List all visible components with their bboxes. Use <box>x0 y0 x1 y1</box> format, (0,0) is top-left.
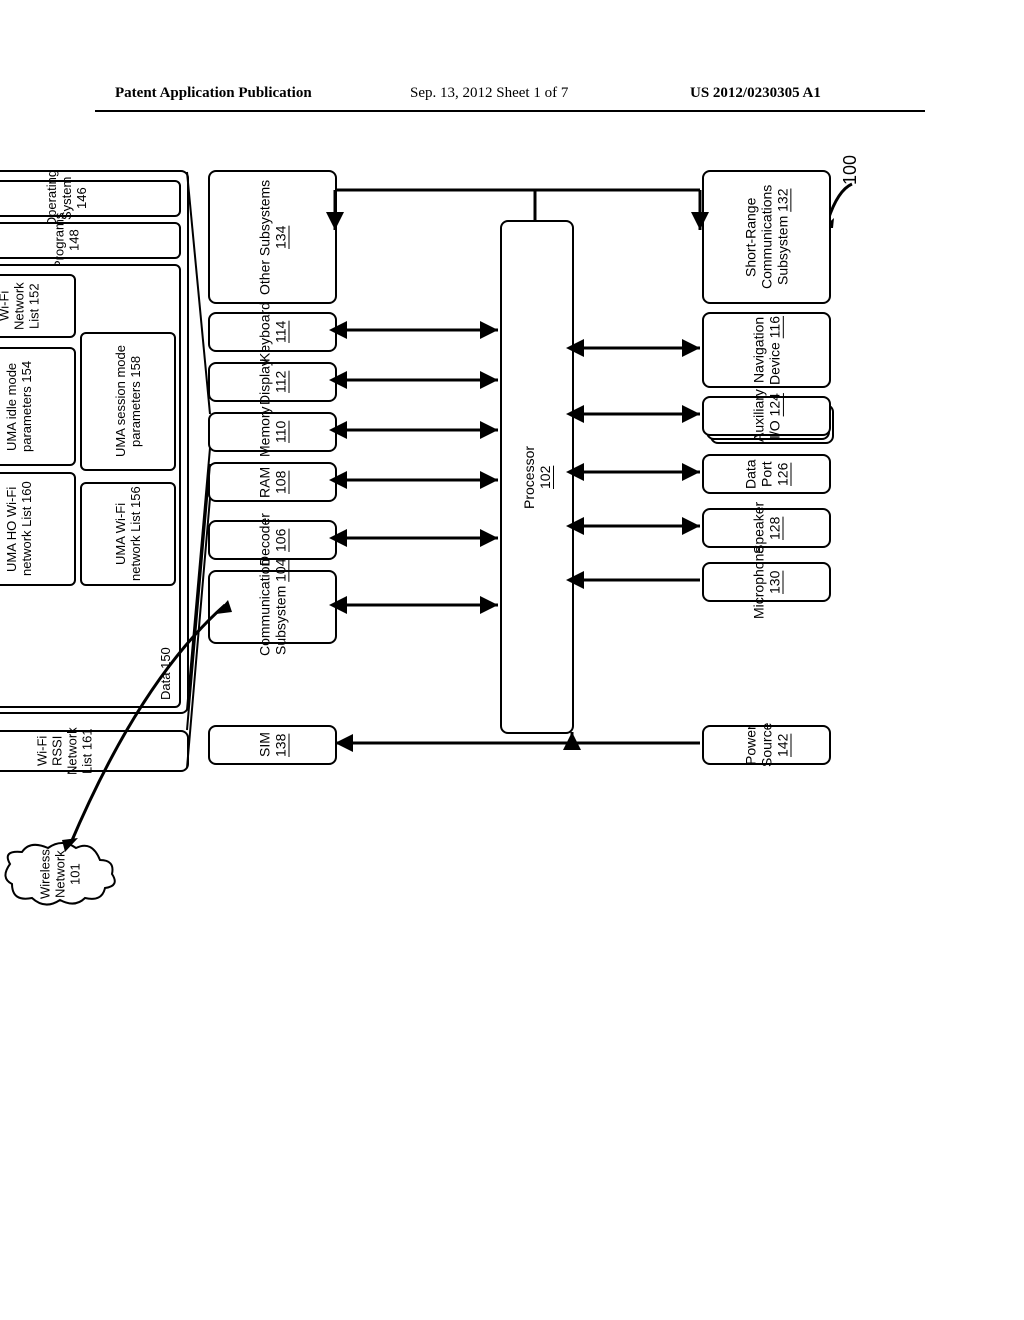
processor-block: Processor 102 <box>500 220 574 734</box>
r-mic-lbl: Microphone <box>751 545 767 618</box>
l-other-ref: 134 <box>273 225 289 248</box>
mem-uma-idle: UMA idle mode parameters 154 <box>0 347 76 466</box>
l-keyboard: Keyboard 114 <box>208 312 337 352</box>
l-ram-ref: 108 <box>273 470 289 493</box>
wireless-network-cloud: Wireless Network 101 <box>0 840 120 908</box>
r-mic: Microphone 130 <box>702 562 831 602</box>
l-decoder: Decoder 106 <box>208 520 337 560</box>
r-nav-ref: 116 <box>767 316 783 338</box>
l-kbd-ref: 114 <box>273 321 289 343</box>
processor-label: Processor <box>521 445 537 508</box>
processor-ref: 102 <box>537 465 553 488</box>
r-dp-ref: 126 <box>775 462 791 485</box>
mem-uma-ho: UMA HO Wi-Fi network List 160 <box>0 472 76 586</box>
l-sim-lbl: SIM <box>257 733 273 758</box>
mem-prog-lbl: Programs <box>52 212 67 268</box>
ram-detail-ref: 161 <box>80 728 95 750</box>
l-comm: Communication Subsystem 104 <box>208 570 337 644</box>
l-ram-lbl: RAM <box>257 466 273 497</box>
l-disp-ref: 112 <box>273 371 289 393</box>
l-sim: SIM 138 <box>208 725 337 765</box>
l-display: Display 112 <box>208 362 337 402</box>
mem-sess-ref: 158 <box>128 356 143 378</box>
mem-uma-session: UMA session mode parameters 158 <box>80 332 176 471</box>
memory-detail-panel: Operating System 146 Programs 148 Data 1… <box>0 170 189 714</box>
l-sim-ref: 138 <box>273 733 289 756</box>
header-center: Sep. 13, 2012 Sheet 1 of 7 <box>410 85 568 102</box>
header-left: Patent Application Publication <box>115 85 312 102</box>
mem-wifi-list: Wi-Fi Network List 152 <box>0 274 76 338</box>
r-spk-ref: 128 <box>767 516 783 539</box>
wireless-ref: 101 <box>68 863 83 885</box>
page: Patent Application Publication Sep. 13, … <box>0 0 1024 1320</box>
r-dataport: Data Port 126 <box>702 454 831 494</box>
mem-idle-ref: 154 <box>19 361 34 383</box>
r-aux: Auxiliary I/O 124 <box>702 396 831 436</box>
mem-umawifi-ref: 156 <box>128 487 143 509</box>
mem-wifi-ref: 152 <box>27 283 42 305</box>
r-power: Power Source 142 <box>702 725 831 765</box>
r-short-range: Short-Range Communications Subsystem 132 <box>702 170 831 304</box>
r-speaker: Speaker 128 <box>702 508 831 548</box>
ram-detail-panel: Wi-Fi RSSI Network List 161 <box>0 730 189 772</box>
r-short-range-ref: 132 <box>775 189 791 212</box>
l-other: Other Subsystems134 <box>208 170 337 304</box>
mem-programs: Programs 148 <box>0 222 181 259</box>
mem-data-ref: 150 <box>158 647 173 669</box>
r-dp-lbl: Data Port <box>743 459 775 489</box>
l-other-lbl: Other Subsystems <box>257 179 273 294</box>
wireless-lbl: Wireless Network <box>38 849 68 899</box>
l-ram: RAM 108 <box>208 462 337 502</box>
l-kbd-lbl: Keyboard <box>257 302 273 362</box>
header-rule <box>95 110 925 112</box>
l-dec-ref: 106 <box>273 528 289 551</box>
figure-1-diagram: 100 Processor 102 Short-Range Communicat… <box>120 170 910 1040</box>
r-mic-ref: 130 <box>767 570 783 593</box>
r-pwr-ref: 142 <box>775 733 791 756</box>
l-disp-lbl: Display <box>257 359 273 405</box>
r-nav: Navigation Device 116 <box>702 312 831 388</box>
mem-prog-ref: 148 <box>67 230 82 252</box>
r-aux-ref: 124 <box>767 393 783 416</box>
mem-data-lbl: Data <box>158 673 173 700</box>
l-comm-ref: 104 <box>273 559 289 582</box>
r-pwr-lbl: Power Source <box>743 723 775 767</box>
l-mem-ref: 110 <box>273 421 289 443</box>
l-memory: Memory 110 <box>208 412 337 452</box>
mem-os-ref: 146 <box>74 188 89 210</box>
mem-umawifi-lbl: UMA Wi-Fi network List <box>113 503 143 581</box>
mem-os: Operating System 146 <box>0 180 181 217</box>
mem-ho-ref: 160 <box>19 482 34 504</box>
l-mem-lbl: Memory <box>257 407 273 458</box>
header-right: US 2012/0230305 A1 <box>690 85 821 102</box>
mem-uma-wifi: UMA Wi-Fi network List 156 <box>80 482 176 586</box>
